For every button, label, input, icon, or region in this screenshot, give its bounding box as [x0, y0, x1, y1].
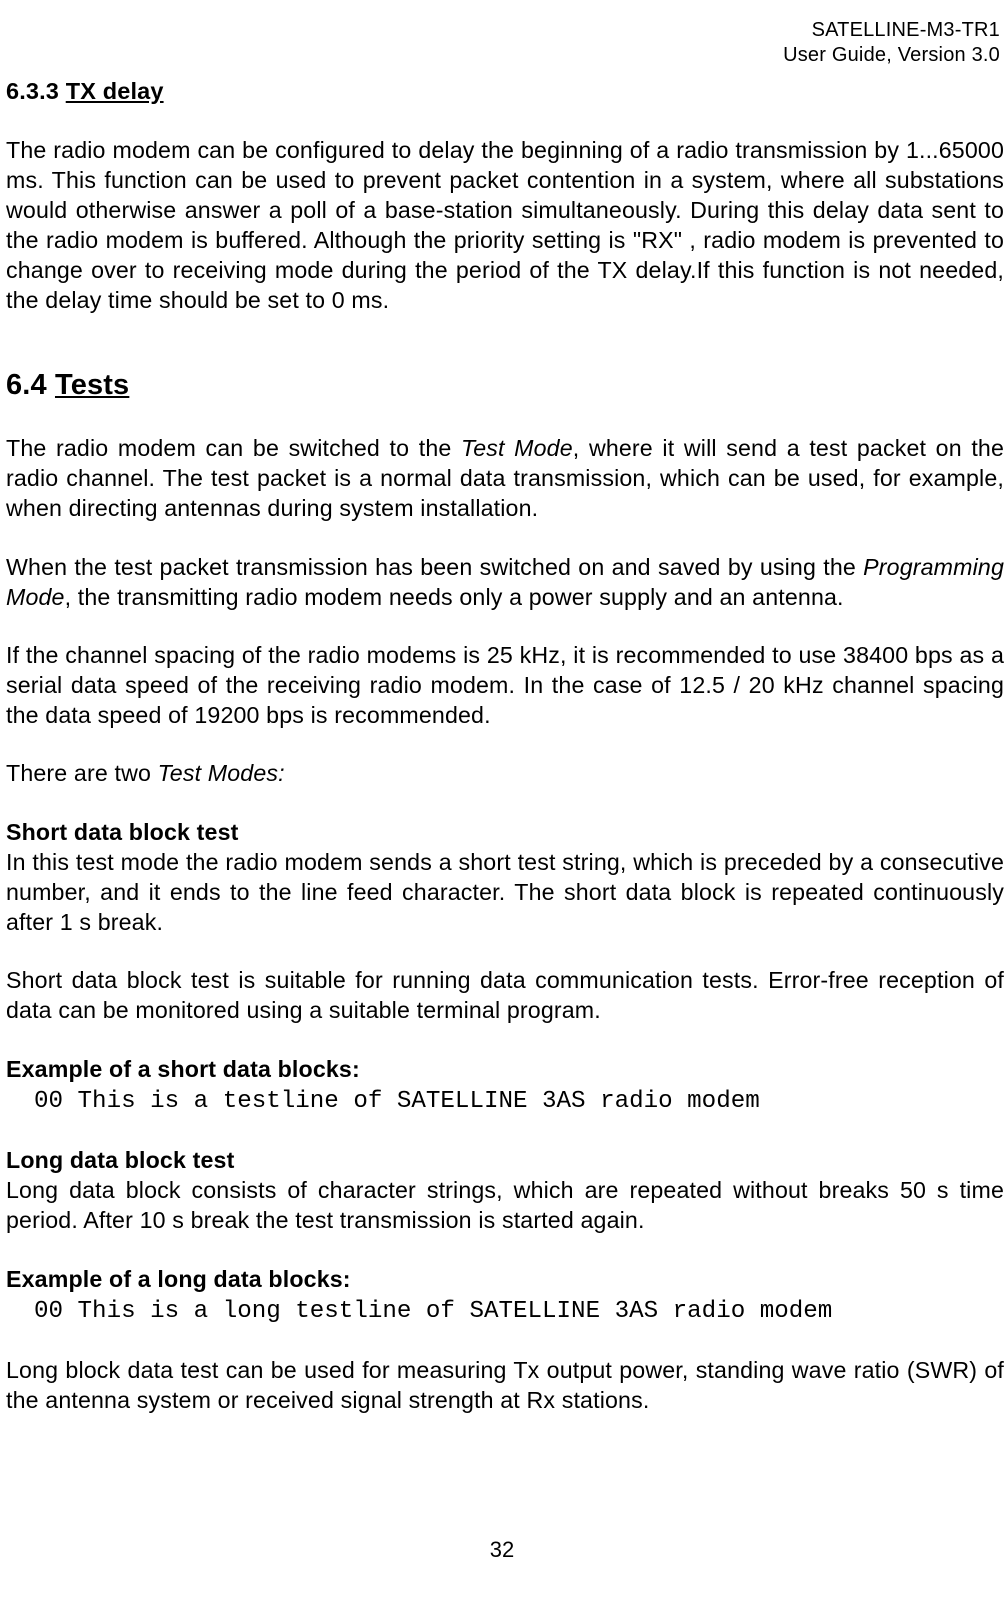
term-test-mode: Test Mode: [461, 435, 573, 461]
term-test-modes: Test Modes:: [158, 760, 285, 786]
heading-title: TX delay: [66, 78, 164, 104]
code-short-example: 00 This is a testline of SATELLINE 3AS r…: [6, 1086, 1004, 1117]
text: There are two: [6, 760, 158, 786]
paragraph: If the channel spacing of the radio mode…: [6, 640, 1004, 730]
page-header: SATELLINE-M3-TR1 User Guide, Version 3.0: [0, 18, 1004, 68]
header-docver: User Guide, Version 3.0: [0, 43, 1000, 68]
subheading-short-test: Short data block test: [6, 817, 1004, 847]
subheading-long-example: Example of a long data blocks:: [6, 1264, 1004, 1294]
paragraph: Long block data test can be used for mea…: [6, 1355, 1004, 1415]
page: SATELLINE-M3-TR1 User Guide, Version 3.0…: [0, 0, 1004, 1597]
header-product: SATELLINE-M3-TR1: [0, 18, 1000, 43]
paragraph: In this test mode the radio modem sends …: [6, 847, 1004, 937]
page-number: 32: [0, 1537, 1004, 1563]
text: , the transmitting radio modem needs onl…: [65, 584, 844, 610]
heading-6-4: 6.4 Tests: [6, 367, 1004, 405]
paragraph: The radio modem can be configured to del…: [6, 135, 1004, 316]
paragraph: There are two Test Modes:: [6, 758, 1004, 788]
heading-title: Tests: [55, 369, 129, 401]
paragraph: When the test packet transmission has be…: [6, 552, 1004, 612]
heading-number: 6.4: [6, 369, 47, 401]
paragraph: The radio modem can be switched to the T…: [6, 433, 1004, 523]
text: When the test packet transmission has be…: [6, 554, 863, 580]
subheading-short-example: Example of a short data blocks:: [6, 1054, 1004, 1084]
paragraph: Short data block test is suitable for ru…: [6, 965, 1004, 1025]
paragraph: Long data block consists of character st…: [6, 1175, 1004, 1235]
code-long-example: 00 This is a long testline of SATELLINE …: [6, 1296, 1004, 1327]
heading-number: 6.3.3: [6, 78, 59, 104]
text: The radio modem can be switched to the: [6, 435, 461, 461]
page-content: 6.3.3 TX delay The radio modem can be co…: [0, 76, 1004, 1416]
subheading-long-test: Long data block test: [6, 1145, 1004, 1175]
heading-6-3-3: 6.3.3 TX delay: [6, 76, 1004, 107]
